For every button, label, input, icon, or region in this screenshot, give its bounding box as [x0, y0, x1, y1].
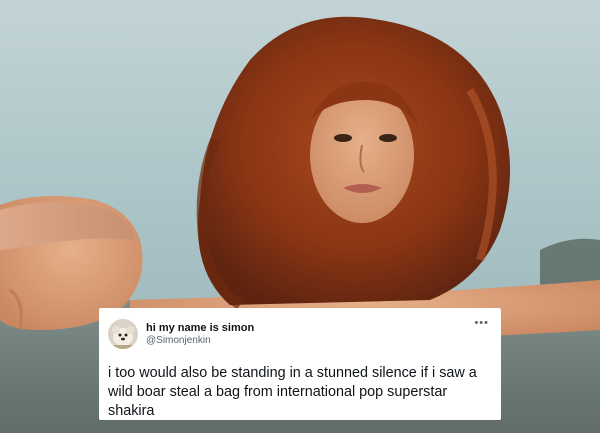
dog-avatar-icon	[108, 319, 138, 349]
user-handle[interactable]: @Simonjenkin	[146, 335, 254, 347]
tweet-text: i too would also be standing in a stunne…	[108, 365, 477, 419]
tweet-card[interactable]: hi my name is simon @Simonjenkin ••• i t…	[99, 308, 501, 420]
display-name[interactable]: hi my name is simon	[146, 322, 254, 335]
tweet-header: hi my name is simon @Simonjenkin •••	[108, 317, 489, 351]
meme-image: hi my name is simon @Simonjenkin ••• i t…	[0, 0, 600, 433]
more-horizontal-icon[interactable]: •••	[474, 318, 489, 329]
author-names: hi my name is simon @Simonjenkin	[146, 322, 254, 346]
avatar[interactable]	[108, 319, 138, 349]
